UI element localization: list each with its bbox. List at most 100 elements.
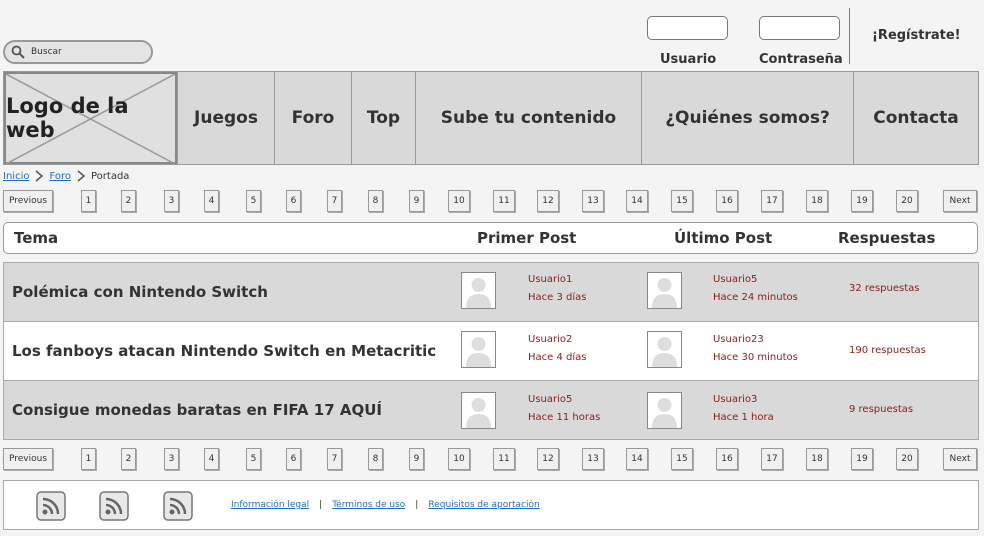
replies-count: 190 respuestas — [849, 345, 926, 356]
page-button[interactable]: 6 — [286, 448, 301, 470]
nav-item-sube[interactable]: Sube tu contenido — [415, 72, 641, 164]
page-button[interactable]: 20 — [896, 448, 918, 470]
last-post-time: Hace 30 minutos — [713, 352, 798, 363]
rss-icon[interactable] — [163, 491, 193, 521]
avatar-placeholder-icon — [461, 392, 496, 429]
table-row[interactable]: Los fanboys atacan Nintendo Switch en Me… — [3, 321, 979, 381]
page-button[interactable]: 17 — [761, 190, 783, 212]
first-post-time: Hace 3 días — [528, 292, 587, 303]
breadcrumb: Inicio Foro Portada — [3, 170, 129, 182]
header-first-post: Primer Post — [477, 229, 577, 247]
search-box[interactable] — [3, 40, 153, 64]
last-post-user[interactable]: Usuario5 — [713, 274, 757, 285]
avatar-placeholder-icon — [461, 331, 496, 368]
breadcrumb-foro[interactable]: Foro — [49, 171, 71, 182]
table-row[interactable]: Polémica con Nintendo Switch Usuario1 Ha… — [3, 262, 979, 322]
page-button[interactable]: 9 — [409, 448, 424, 470]
page-button[interactable]: 1 — [81, 190, 96, 212]
table-header: Tema Primer Post Último Post Respuestas — [3, 222, 978, 254]
first-post-user[interactable]: Usuario5 — [528, 394, 572, 405]
pagination-top: Previous 1 2 3 4 5 6 7 8 9 10 11 12 13 1… — [3, 190, 979, 214]
page-button[interactable]: 3 — [164, 448, 179, 470]
page-button[interactable]: 15 — [671, 190, 693, 212]
search-input[interactable] — [31, 45, 149, 59]
logo-text: Logo de la web — [6, 94, 129, 142]
page-button[interactable]: 2 — [121, 190, 136, 212]
page-button[interactable]: 7 — [327, 190, 342, 212]
page-button[interactable]: 16 — [716, 448, 738, 470]
username-field[interactable] — [647, 16, 728, 40]
page-button[interactable]: 20 — [896, 190, 918, 212]
first-post-time: Hace 11 horas — [528, 412, 601, 423]
page-button[interactable]: 2 — [121, 448, 136, 470]
last-post-user[interactable]: Usuario23 — [713, 334, 764, 345]
nav-item-quienes[interactable]: ¿Quiénes somos? — [641, 72, 853, 164]
page-button[interactable]: 16 — [716, 190, 738, 212]
page-button[interactable]: 10 — [448, 190, 470, 212]
footer-link-requirements[interactable]: Requisitos de aportación — [428, 500, 539, 510]
first-post-user[interactable]: Usuario1 — [528, 274, 572, 285]
rss-icon[interactable] — [36, 491, 66, 521]
page-button[interactable]: 11 — [493, 448, 515, 470]
replies-count: 9 respuestas — [849, 404, 914, 415]
page-button[interactable]: 11 — [493, 190, 515, 212]
page-button[interactable]: 4 — [204, 448, 219, 470]
last-post-user[interactable]: Usuario3 — [713, 394, 757, 405]
page-button[interactable]: 14 — [626, 190, 648, 212]
avatar-placeholder-icon — [647, 392, 682, 429]
page-button[interactable]: 9 — [409, 190, 424, 212]
page-button[interactable]: 4 — [204, 190, 219, 212]
page-button[interactable]: 8 — [368, 190, 383, 212]
site-logo[interactable]: Logo de la web — [4, 72, 177, 164]
page-button[interactable]: 19 — [851, 448, 873, 470]
first-post-time: Hace 4 días — [528, 352, 587, 363]
username-label: Usuario — [660, 52, 717, 67]
table-row[interactable]: Consigue monedas baratas en FIFA 17 AQUÍ… — [3, 380, 979, 440]
nav-item-juegos[interactable]: Juegos — [177, 72, 274, 164]
footer-separator: | — [319, 500, 323, 510]
page-button[interactable]: 15 — [671, 448, 693, 470]
page-button[interactable]: 1 — [81, 448, 96, 470]
last-post-time: Hace 24 minutos — [713, 292, 798, 303]
page-button[interactable]: 10 — [448, 448, 470, 470]
page-button[interactable]: 8 — [368, 448, 383, 470]
page-button[interactable]: 6 — [286, 190, 301, 212]
topic-title[interactable]: Los fanboys atacan Nintendo Switch en Me… — [12, 342, 436, 360]
next-button[interactable]: Next — [943, 448, 977, 470]
search-icon — [11, 45, 25, 59]
pagination-bottom: Previous 1 2 3 4 5 6 7 8 9 10 11 12 13 1… — [3, 448, 979, 472]
footer-links: Información legal | Términos de uso | Re… — [231, 500, 540, 510]
footer-link-legal[interactable]: Información legal — [231, 500, 309, 510]
page-button[interactable]: 19 — [851, 190, 873, 212]
footer: Información legal | Términos de uso | Re… — [3, 480, 979, 530]
rss-icon[interactable] — [99, 491, 129, 521]
previous-button[interactable]: Previous — [3, 190, 53, 212]
header-replies: Respuestas — [838, 229, 936, 247]
page-button[interactable]: 14 — [626, 448, 648, 470]
breadcrumb-inicio[interactable]: Inicio — [3, 171, 29, 182]
page-button[interactable]: 13 — [582, 190, 604, 212]
nav-item-top[interactable]: Top — [351, 72, 415, 164]
page-button[interactable]: 3 — [164, 190, 179, 212]
page-button[interactable]: 5 — [246, 448, 261, 470]
page-button[interactable]: 12 — [537, 190, 559, 212]
first-post-user[interactable]: Usuario2 — [528, 334, 572, 345]
page-button[interactable]: 17 — [761, 448, 783, 470]
main-nav: Logo de la web Juegos Foro Top Sube tu c… — [3, 71, 979, 165]
page-button[interactable]: 12 — [537, 448, 559, 470]
page-button[interactable]: 18 — [806, 448, 828, 470]
topic-title[interactable]: Polémica con Nintendo Switch — [12, 283, 268, 301]
page-button[interactable]: 13 — [582, 448, 604, 470]
previous-button[interactable]: Previous — [3, 448, 53, 470]
password-field[interactable] — [759, 16, 840, 40]
page-button[interactable]: 7 — [327, 448, 342, 470]
topic-title[interactable]: Consigue monedas baratas en FIFA 17 AQUÍ — [12, 401, 382, 419]
page-button[interactable]: 5 — [246, 190, 261, 212]
chevron-right-icon — [35, 170, 44, 182]
register-link[interactable]: ¡Regístrate! — [872, 28, 961, 43]
nav-item-foro[interactable]: Foro — [274, 72, 351, 164]
page-button[interactable]: 18 — [806, 190, 828, 212]
next-button[interactable]: Next — [943, 190, 977, 212]
nav-item-contacta[interactable]: Contacta — [853, 72, 978, 164]
footer-link-terms[interactable]: Términos de uso — [332, 500, 405, 510]
